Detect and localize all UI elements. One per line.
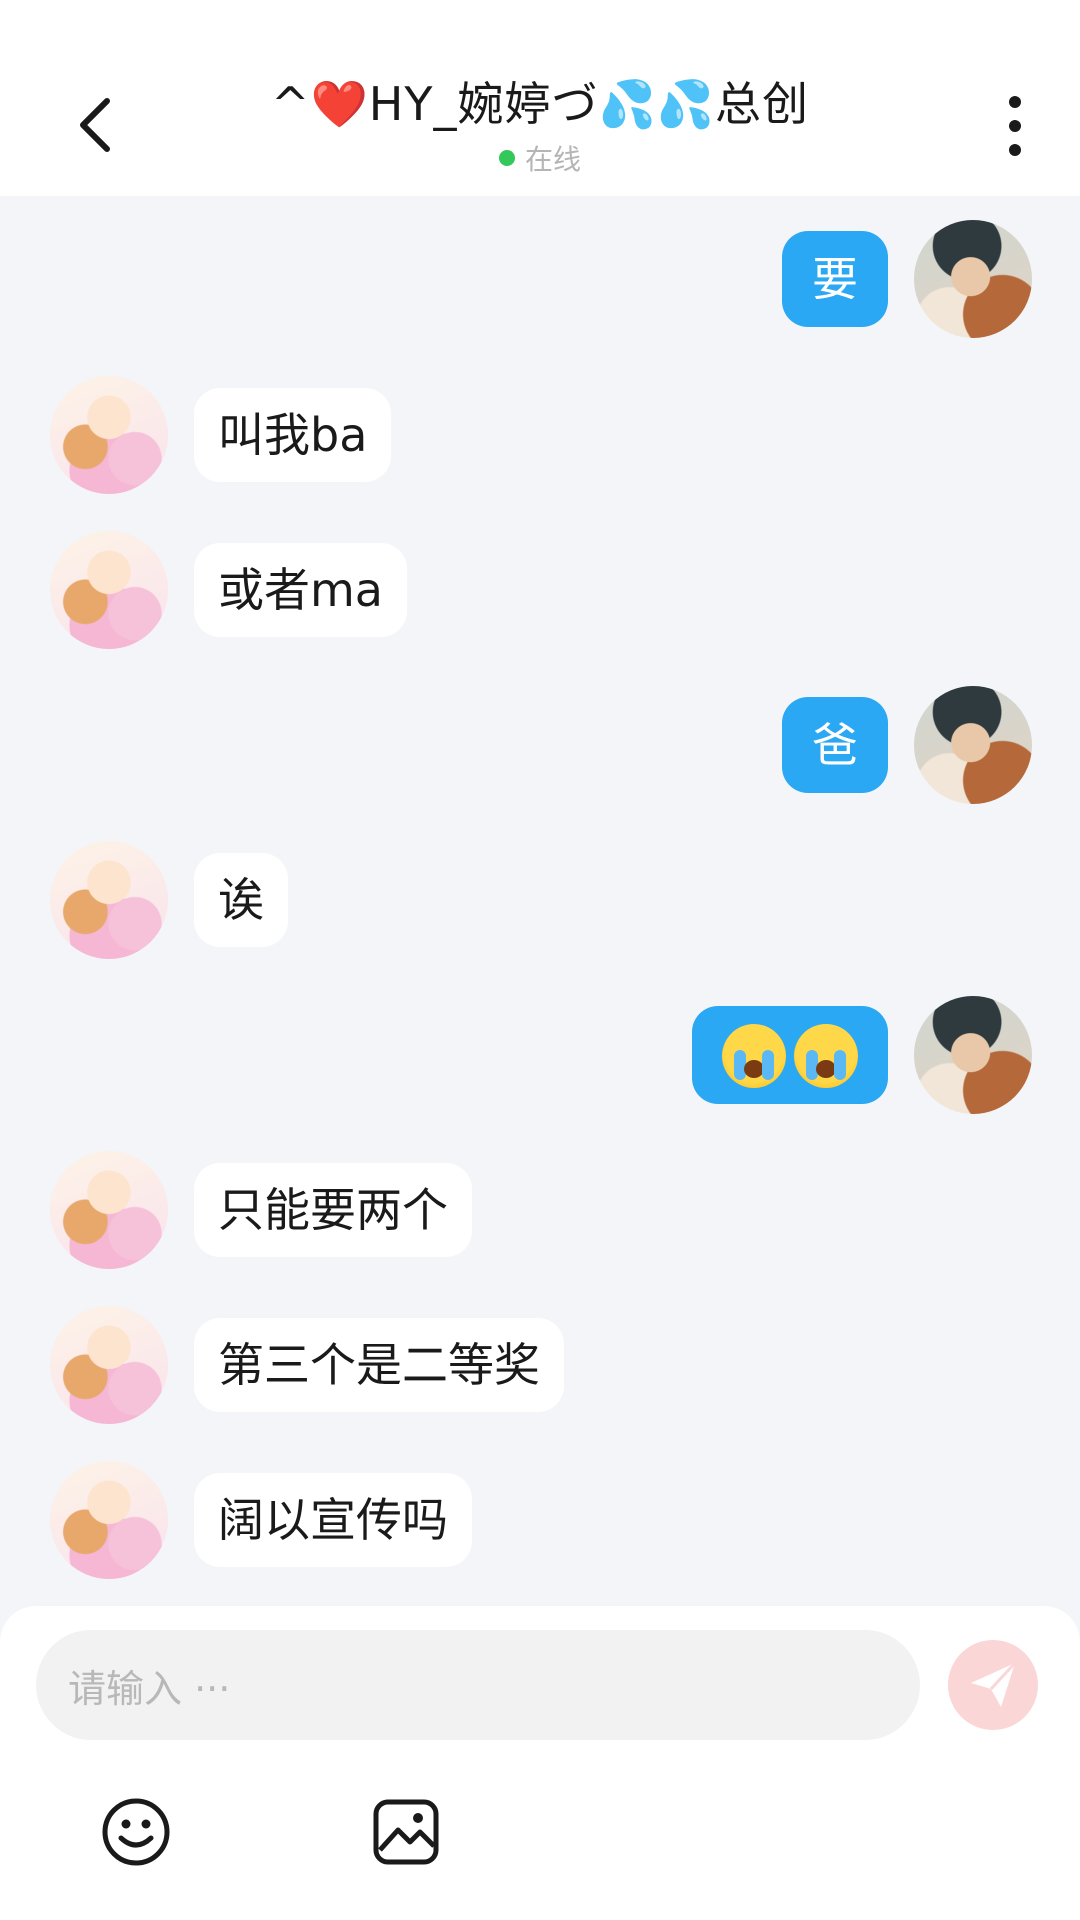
more-vertical-icon <box>1009 96 1021 108</box>
message-row-sent: 爸 <box>782 686 1032 804</box>
chat-header: ^❤️HY_婉婷づ💦💦总创 在线 <box>0 0 1080 196</box>
my-avatar[interactable] <box>914 220 1032 338</box>
my-avatar[interactable] <box>914 686 1032 804</box>
received-bubble[interactable]: 或者ma <box>194 543 407 637</box>
sent-emoji-bubble[interactable] <box>692 1006 888 1104</box>
emoji-icon <box>102 1798 170 1866</box>
loudly-crying-face-icon <box>722 1023 786 1088</box>
online-dot-icon <box>498 150 515 166</box>
send-button[interactable] <box>948 1640 1038 1730</box>
message-row-received: 第三个是二等奖 <box>50 1306 564 1424</box>
contact-avatar[interactable] <box>50 1306 168 1424</box>
chevron-left-icon <box>80 98 110 152</box>
message-row-received: 诶 <box>50 841 288 959</box>
sent-bubble[interactable]: 要 <box>782 231 888 327</box>
input-placeholder: 请输入 ··· <box>68 1666 231 1711</box>
contact-avatar[interactable] <box>50 1151 168 1269</box>
contact-avatar[interactable] <box>50 1461 168 1579</box>
contact-avatar[interactable] <box>50 531 168 649</box>
message-row-received: 叫我ba <box>50 376 392 494</box>
received-bubble[interactable]: 阔以宣传吗 <box>194 1473 472 1567</box>
message-row-sent <box>692 996 1032 1114</box>
contact-avatar[interactable] <box>50 376 168 494</box>
message-input[interactable]: 请输入 ··· <box>36 1630 920 1740</box>
title-area: ^❤️HY_婉婷づ💦💦总创 在线 <box>200 74 880 178</box>
message-row-received: 或者ma <box>50 531 407 649</box>
status-text: 在线 <box>524 143 581 176</box>
message-row-sent: 要 <box>782 220 1032 338</box>
emoji-button[interactable] <box>100 1796 172 1868</box>
image-icon <box>373 1799 439 1865</box>
chat-title: ^❤️HY_婉婷づ💦💦总创 <box>270 77 810 131</box>
back-button[interactable] <box>60 95 130 155</box>
image-button[interactable] <box>370 1796 442 1868</box>
contact-avatar[interactable] <box>50 841 168 959</box>
received-bubble[interactable]: 只能要两个 <box>194 1163 472 1257</box>
send-icon <box>971 1661 1017 1707</box>
online-status: 在线 <box>200 138 880 178</box>
message-row-received: 只能要两个 <box>50 1151 472 1269</box>
message-row-received: 阔以宣传吗 <box>50 1461 472 1579</box>
message-list[interactable]: 要 叫我ba 或者ma 爸 诶 只能要两个 第三个是二等奖 阔以宣传吗 <box>0 196 1080 1606</box>
sent-bubble[interactable]: 爸 <box>782 697 888 793</box>
composer-bar: 请输入 ··· <box>0 1606 1080 1920</box>
received-bubble[interactable]: 叫我ba <box>194 388 392 482</box>
loudly-crying-face-icon <box>794 1023 858 1088</box>
received-bubble[interactable]: 第三个是二等奖 <box>194 1318 564 1412</box>
my-avatar[interactable] <box>914 996 1032 1114</box>
more-options-button[interactable] <box>995 96 1035 156</box>
received-bubble[interactable]: 诶 <box>194 853 288 947</box>
